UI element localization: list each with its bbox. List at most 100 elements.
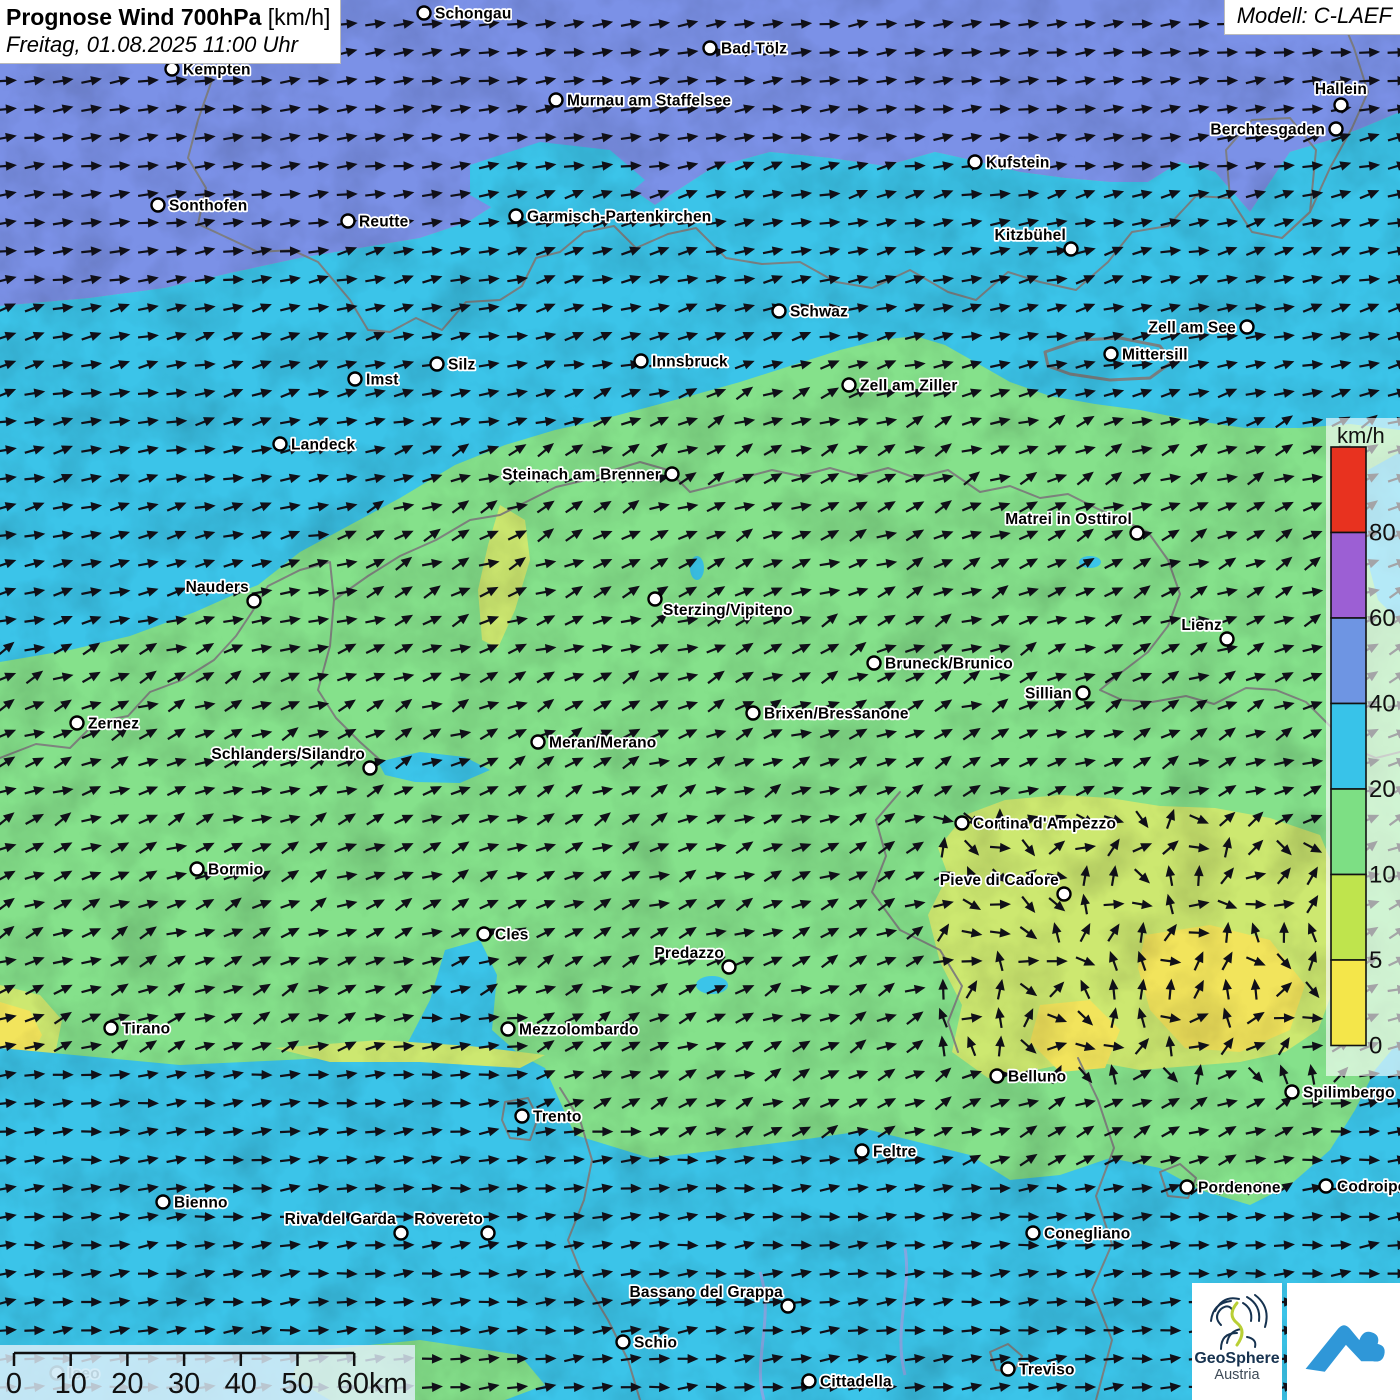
city-dot [166, 63, 179, 76]
scalebar-label: 40 [225, 1368, 257, 1400]
scalebar-label: 0 [6, 1368, 22, 1400]
city-marker: Berchtesgaden [1210, 122, 1342, 139]
city-dot [1105, 348, 1118, 361]
city-label: Brixen/Bressanone [764, 706, 909, 723]
city-dot [395, 1227, 408, 1240]
city-label: Rovereto [414, 1211, 483, 1228]
city-label: Zell am See [1149, 320, 1237, 337]
city-label: Landeck [291, 437, 355, 454]
city-dot [723, 961, 736, 974]
legend-value: 5 [1369, 947, 1382, 974]
city-dot [342, 215, 355, 228]
city-dot [747, 707, 760, 720]
city-dot [349, 373, 362, 386]
city-dot [856, 1145, 869, 1158]
city-dot [649, 593, 662, 606]
city-label: Sonthofen [169, 198, 247, 215]
city-label: Bruneck/Brunico [885, 656, 1013, 673]
city-dot [868, 657, 881, 670]
city-dot [1320, 1180, 1333, 1193]
city-dot [1221, 633, 1234, 646]
city-marker: Silz [431, 357, 476, 374]
city-label: Pieve di Cadore [940, 872, 1059, 889]
city-dot [1065, 243, 1078, 256]
city-dot [532, 736, 545, 749]
city-marker: Bruneck/Brunico [868, 656, 1013, 673]
city-dot [782, 1300, 795, 1313]
city-label: Codroipo [1337, 1179, 1400, 1196]
city-dot [418, 7, 431, 20]
model-label: Modell: C-LAEF [1237, 3, 1392, 28]
city-label: Mittersill [1122, 347, 1188, 364]
city-label: Schongau [435, 6, 512, 23]
legend-value: 20 [1369, 776, 1396, 803]
city-label: Treviso [1019, 1362, 1075, 1379]
city-label: Sterzing/Vipiteno [663, 602, 793, 619]
city-label: Lienz [1181, 617, 1222, 634]
city-label: Cortina d'Ampezzo [973, 816, 1116, 833]
city-dot [1077, 687, 1090, 700]
city-dot [431, 358, 444, 371]
city-dot [105, 1022, 118, 1035]
geosphere-contour-icon [1205, 1289, 1269, 1353]
city-label: Zell am Ziller [860, 378, 958, 395]
city-label: Steinach am Brenner [502, 467, 661, 484]
city-dot [191, 863, 204, 876]
valid-time: Freitag, 01.08.2025 11:00 Uhr [6, 32, 330, 58]
city-dot [1027, 1227, 1040, 1240]
legend-unit-label: km/h [1337, 423, 1385, 448]
city-marker: Feltre [856, 1144, 917, 1161]
city-dot [773, 305, 786, 318]
city-dot [1241, 321, 1254, 334]
city-label: Kitzbühel [994, 227, 1066, 244]
city-label: Schwaz [790, 304, 848, 321]
model-box: Modell: C-LAEF [1224, 0, 1400, 35]
city-dot [969, 156, 982, 169]
title-unit: [km/h] [261, 4, 330, 30]
city-dot [1335, 99, 1348, 112]
page-title: Prognose Wind 700hPa [km/h] [6, 3, 330, 32]
city-label: Innsbruck [652, 354, 728, 371]
legend-block [1331, 704, 1366, 790]
city-dot [666, 468, 679, 481]
city-dot [704, 42, 717, 55]
city-dot [71, 717, 84, 730]
legend-block [1331, 960, 1366, 1046]
city-label: Bassano del Grappa [630, 1284, 784, 1301]
scalebar-label: 10 [55, 1368, 87, 1400]
title-parameter: Prognose Wind 700hPa [6, 4, 261, 30]
title-box: Prognose Wind 700hPa [km/h] Freitag, 01.… [0, 0, 341, 64]
map-canvas: SchongauBad TölzKemptenMurnau am Staffel… [0, 0, 1400, 1400]
city-label: Pordenone [1198, 1180, 1281, 1197]
city-dot [274, 438, 287, 451]
legend-value: 10 [1369, 862, 1396, 889]
city-marker: Brixen/Bressanone [747, 706, 909, 723]
city-label: Berchtesgaden [1210, 122, 1325, 139]
city-dot [617, 1336, 630, 1349]
city-dot [1058, 888, 1071, 901]
city-dot [956, 817, 969, 830]
city-marker: Cles [478, 927, 529, 944]
city-label: Bienno [174, 1195, 228, 1212]
city-marker: Imst [349, 372, 399, 389]
legend-value: 80 [1369, 520, 1396, 547]
city-marker: Cortina d'Ampezzo [956, 816, 1117, 833]
legend-value: 40 [1369, 691, 1396, 718]
city-dot [803, 1375, 816, 1388]
scalebar-label: 50 [281, 1368, 313, 1400]
city-label: Schio [634, 1335, 677, 1352]
geosphere-logo-box: GeoSphere Austria [1192, 1283, 1282, 1400]
city-dot [550, 94, 563, 107]
city-dot [1330, 123, 1343, 136]
legend-block [1331, 789, 1366, 875]
city-dot [482, 1227, 495, 1240]
partner-logo-box [1287, 1283, 1400, 1400]
city-dot [516, 1110, 529, 1123]
legend-block [1331, 875, 1366, 961]
city-label: Kufstein [986, 155, 1050, 172]
city-label: Spilimbergo [1303, 1085, 1395, 1102]
city-marker: Garmisch-Partenkirchen [510, 209, 712, 226]
city-dot [1181, 1181, 1194, 1194]
city-label: Conegliano [1044, 1226, 1130, 1243]
city-dot [1131, 527, 1144, 540]
